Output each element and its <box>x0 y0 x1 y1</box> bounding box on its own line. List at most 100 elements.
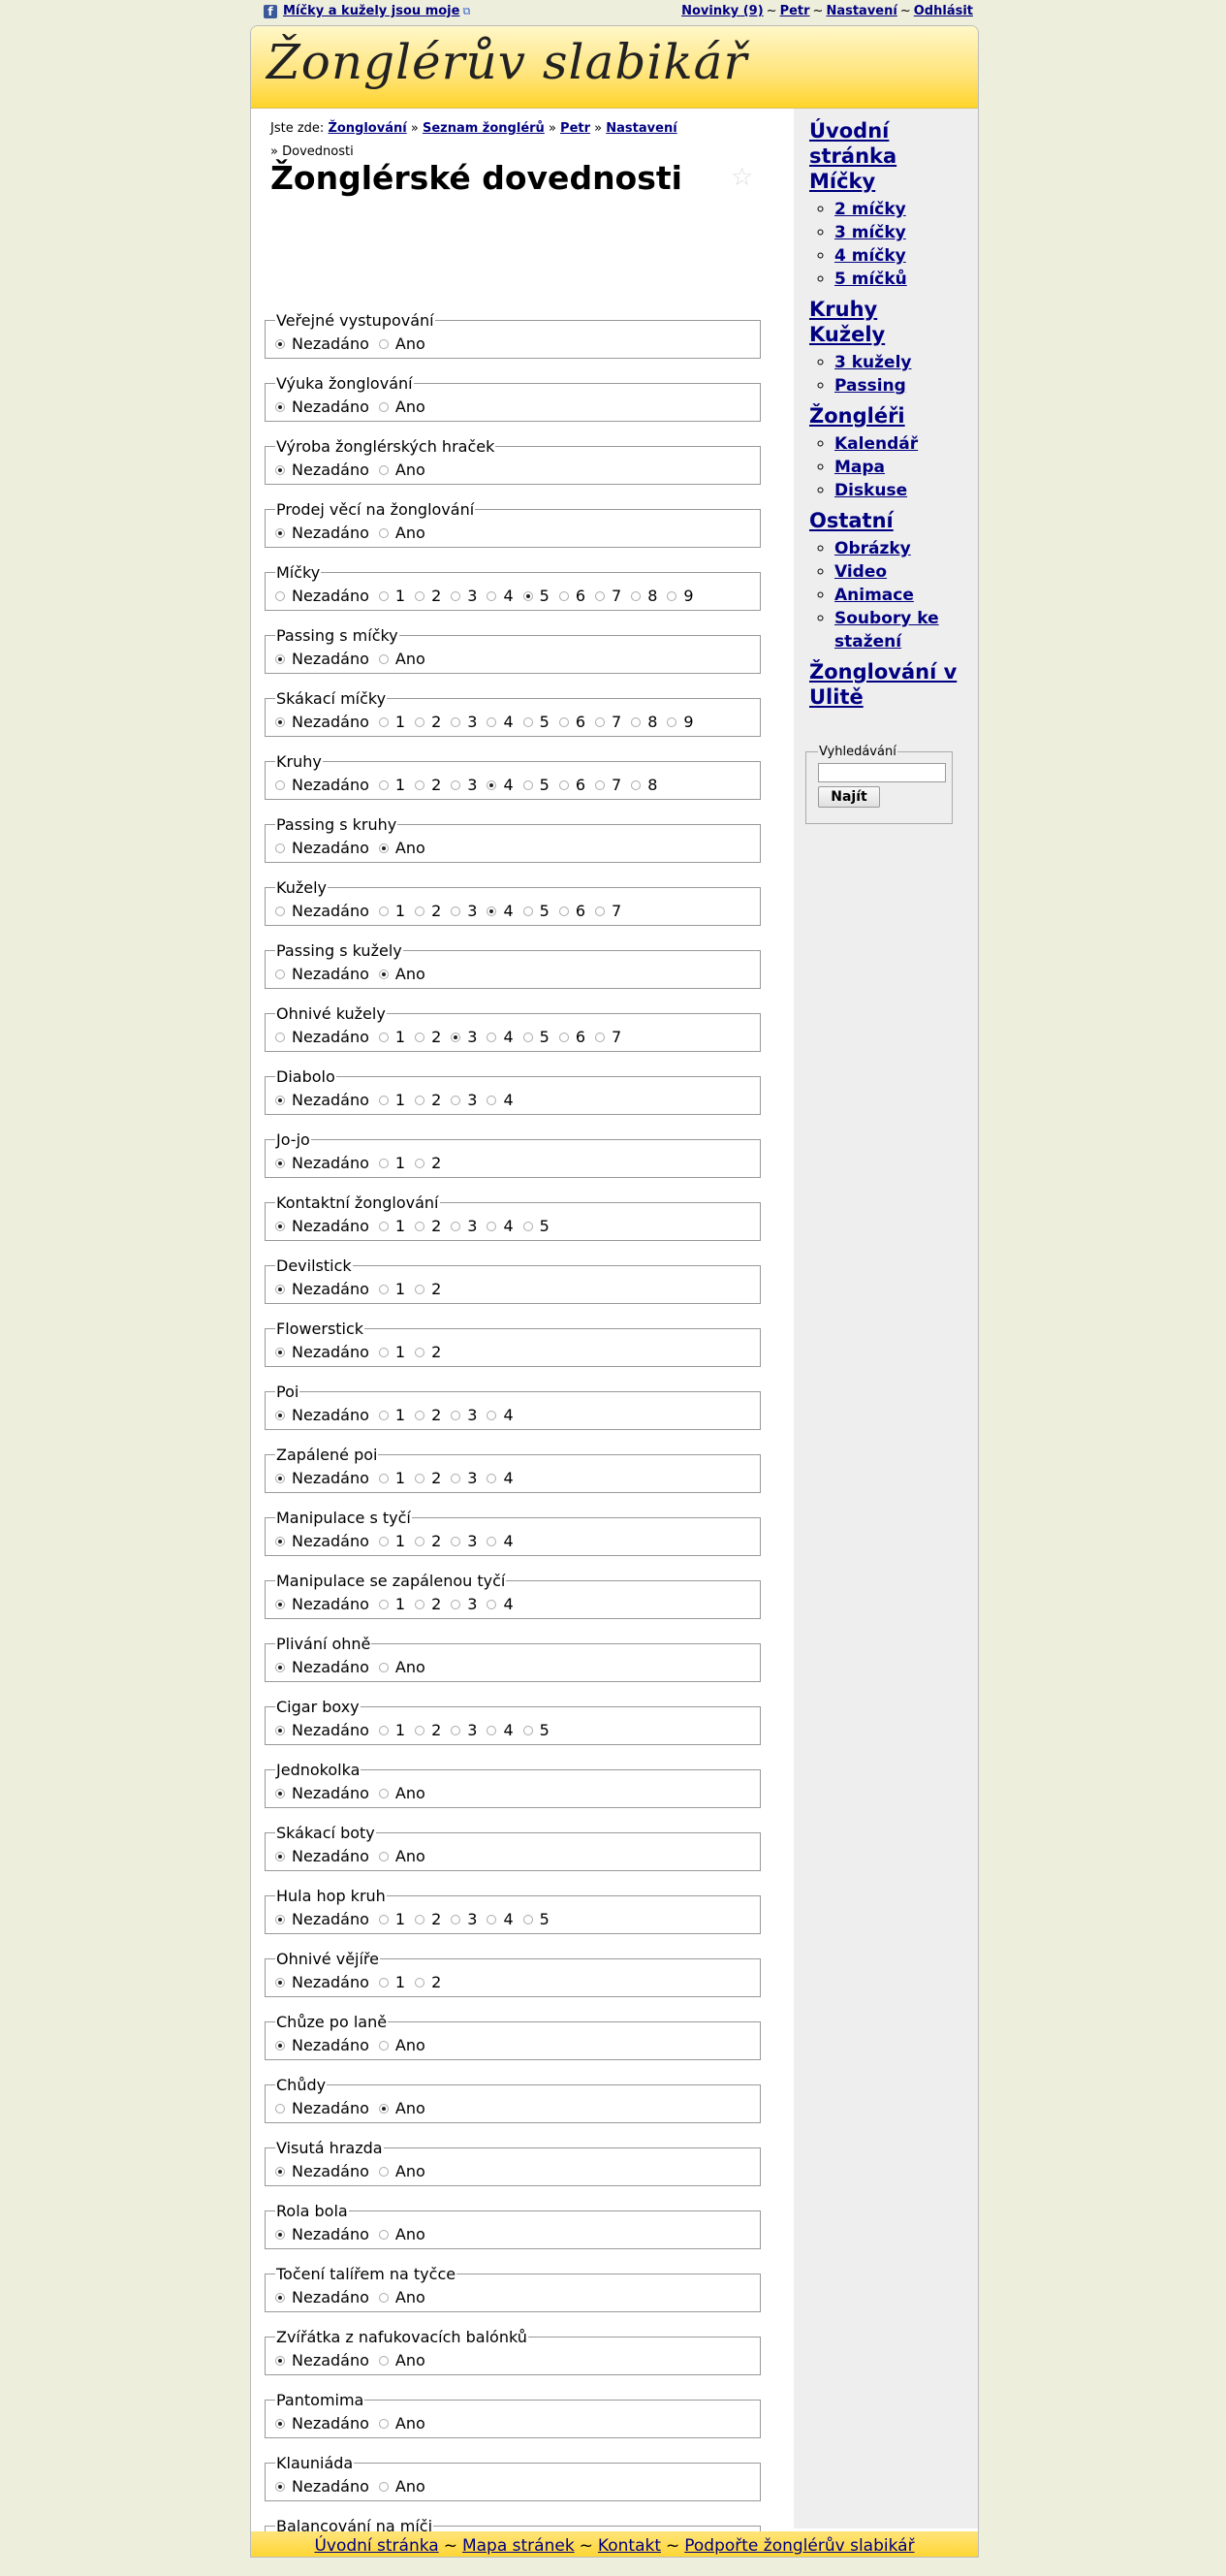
skill-option[interactable]: 1 <box>378 1154 405 1172</box>
skill-option[interactable]: Nezadáno <box>275 334 369 353</box>
skill-option[interactable]: 9 <box>667 587 694 605</box>
skill-option[interactable]: 2 <box>415 1280 441 1298</box>
radio-button[interactable] <box>487 906 497 916</box>
radio-button[interactable] <box>667 590 677 601</box>
radio-button[interactable] <box>378 906 389 916</box>
radio-button[interactable] <box>415 1473 425 1483</box>
radio-button[interactable] <box>522 1914 533 1924</box>
radio-button[interactable] <box>487 1599 497 1609</box>
radio-button[interactable] <box>487 1536 497 1546</box>
radio-button[interactable] <box>275 1032 285 1042</box>
skill-option[interactable]: Nezadáno <box>275 2036 369 2054</box>
sidebar-item-link[interactable]: 3 míčky <box>834 223 906 242</box>
skill-option[interactable]: 2 <box>415 1721 441 1739</box>
skill-option[interactable]: 3 <box>451 713 477 731</box>
skill-option[interactable]: 4 <box>487 1091 514 1109</box>
skill-option[interactable]: Nezadáno <box>275 1280 369 1298</box>
skill-option[interactable]: 2 <box>415 1910 441 1928</box>
radio-button[interactable] <box>275 1599 285 1609</box>
skill-option[interactable]: Ano <box>378 334 425 353</box>
skill-option[interactable]: 6 <box>558 776 585 794</box>
radio-button[interactable] <box>378 2229 389 2240</box>
skill-option[interactable]: 5 <box>522 776 550 794</box>
skill-option[interactable]: 1 <box>378 1280 405 1298</box>
skill-option[interactable]: 1 <box>378 1217 405 1235</box>
skill-option[interactable]: 5 <box>522 587 550 605</box>
skill-option[interactable]: Nezadáno <box>275 2225 369 2243</box>
radio-button[interactable] <box>595 906 606 916</box>
skill-option[interactable]: 3 <box>451 1028 477 1046</box>
skill-option[interactable]: 4 <box>487 713 514 731</box>
radio-button[interactable] <box>487 779 497 790</box>
radio-button[interactable] <box>487 716 497 727</box>
skill-option[interactable]: 3 <box>451 776 477 794</box>
sidebar-section-link[interactable]: Žongléři <box>809 403 974 429</box>
skill-option[interactable]: 2 <box>415 1028 441 1046</box>
skill-option[interactable]: 1 <box>378 587 405 605</box>
radio-button[interactable] <box>667 716 677 727</box>
breadcrumb-user[interactable]: Petr <box>560 121 590 136</box>
radio-button[interactable] <box>487 1473 497 1483</box>
breadcrumb-juggling[interactable]: Žonglování <box>328 121 406 136</box>
radio-button[interactable] <box>378 1977 389 1988</box>
radio-button[interactable] <box>487 1095 497 1105</box>
skill-option[interactable]: 2 <box>415 587 441 605</box>
radio-button[interactable] <box>378 2040 389 2051</box>
skill-option[interactable]: 4 <box>487 1028 514 1046</box>
skill-option[interactable]: 4 <box>487 1406 514 1424</box>
skill-option[interactable]: Nezadáno <box>275 524 369 542</box>
skill-option[interactable]: 1 <box>378 902 405 920</box>
radio-button[interactable] <box>451 1032 461 1042</box>
sidebar-item-link[interactable]: Passing <box>834 376 906 396</box>
radio-button[interactable] <box>415 1725 425 1735</box>
settings-link[interactable]: Nastavení <box>826 4 896 18</box>
skill-option[interactable]: 1 <box>378 1595 405 1613</box>
sidebar-item-link[interactable]: 2 míčky <box>834 200 906 219</box>
skill-option[interactable]: 3 <box>451 1091 477 1109</box>
radio-button[interactable] <box>275 1536 285 1546</box>
radio-button[interactable] <box>378 2166 389 2177</box>
skill-option[interactable]: Ano <box>378 2099 425 2117</box>
skill-option[interactable]: 5 <box>522 1217 550 1235</box>
facebook-icon[interactable]: f <box>264 4 277 18</box>
radio-button[interactable] <box>451 1473 461 1483</box>
skill-option[interactable]: Nezadáno <box>275 965 369 983</box>
radio-button[interactable] <box>451 590 461 601</box>
radio-button[interactable] <box>451 716 461 727</box>
skill-option[interactable]: Nezadáno <box>275 587 369 605</box>
radio-button[interactable] <box>275 2229 285 2240</box>
skill-option[interactable]: Ano <box>378 1847 425 1865</box>
skill-option[interactable]: 5 <box>522 1721 550 1739</box>
skill-option[interactable]: Ano <box>378 2288 425 2306</box>
site-logo[interactable]: Žonglérův slabikář <box>267 34 747 90</box>
sidebar-section-link[interactable]: Žonglování v Ulitě <box>809 659 974 710</box>
radio-button[interactable] <box>378 843 389 853</box>
skill-option[interactable]: 3 <box>451 1217 477 1235</box>
skill-option[interactable]: 2 <box>415 1469 441 1487</box>
radio-button[interactable] <box>378 2355 389 2366</box>
radio-button[interactable] <box>378 1158 389 1168</box>
radio-button[interactable] <box>275 843 285 853</box>
skill-option[interactable]: 4 <box>487 1469 514 1487</box>
radio-button[interactable] <box>595 1032 606 1042</box>
skill-option[interactable]: 2 <box>415 1595 441 1613</box>
sidebar-item-link[interactable]: Obrázky <box>834 539 911 558</box>
skill-option[interactable]: 8 <box>631 713 657 731</box>
radio-button[interactable] <box>415 1284 425 1294</box>
radio-button[interactable] <box>378 1725 389 1735</box>
sidebar-item-link[interactable]: 4 míčky <box>834 246 906 266</box>
radio-button[interactable] <box>275 1410 285 1420</box>
radio-button[interactable] <box>275 590 285 601</box>
skill-option[interactable]: 6 <box>558 1028 585 1046</box>
radio-button[interactable] <box>378 2103 389 2114</box>
sidebar-section-link[interactable]: Úvodní stránka <box>809 118 974 169</box>
radio-button[interactable] <box>378 1914 389 1924</box>
skill-option[interactable]: Nezadáno <box>275 1973 369 1991</box>
skill-option[interactable]: 5 <box>522 1028 550 1046</box>
radio-button[interactable] <box>275 2103 285 2114</box>
radio-button[interactable] <box>275 1347 285 1357</box>
skill-option[interactable]: 2 <box>415 1406 441 1424</box>
skill-option[interactable]: Nezadáno <box>275 1154 369 1172</box>
skill-option[interactable]: Nezadáno <box>275 1217 369 1235</box>
skill-option[interactable]: 1 <box>378 1910 405 1928</box>
